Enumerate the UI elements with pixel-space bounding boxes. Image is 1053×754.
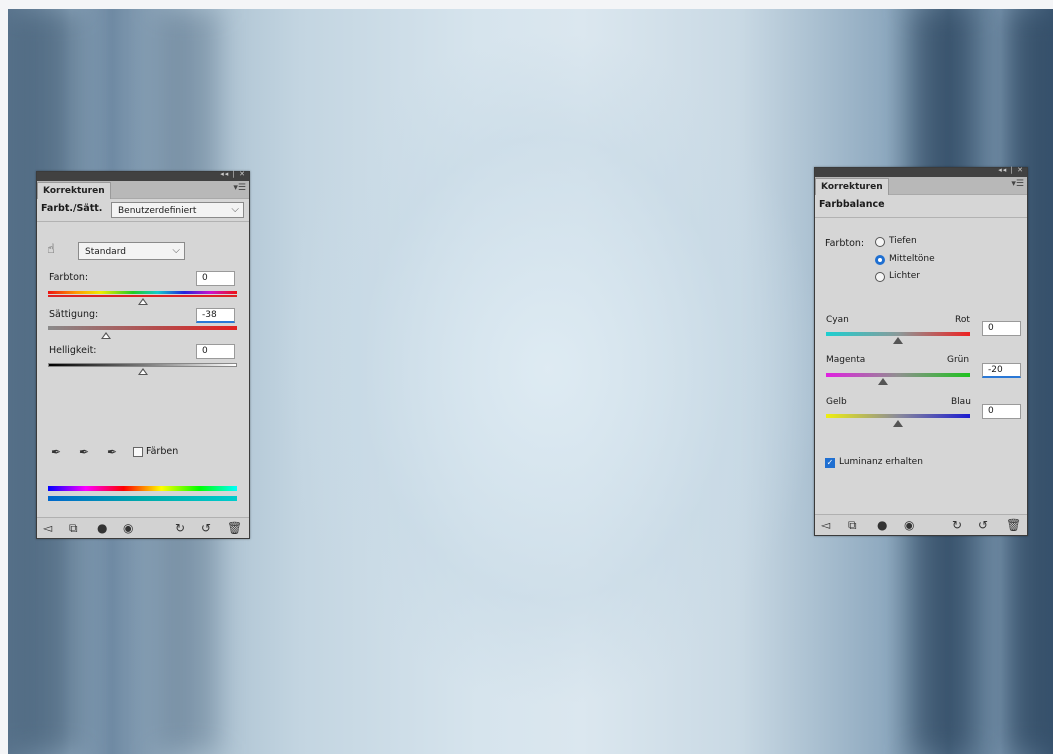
cyan-red-slider-thumb[interactable] [893,337,903,344]
tone-radio-midtones[interactable] [875,255,885,265]
reset-icon[interactable]: ↺ [978,518,988,532]
output-spectrum-bar [48,496,237,501]
chevron-down-icon: ⌵ [231,204,239,215]
previous-state-view-icon[interactable]: ↻ [175,521,185,535]
eyedropper-plus-icon[interactable]: ✒ [79,445,89,459]
previous-state-view-icon[interactable]: ↻ [952,518,962,532]
saturation-input[interactable]: -38 [196,308,235,323]
panel-menu-icon[interactable]: ▾☰ [1011,179,1024,189]
clip-to-layer-icon[interactable]: ◅ [43,521,52,535]
hue-gradient [48,291,237,294]
hue-slider-thumb[interactable] [138,298,148,305]
preserve-luminosity-label: Luminanz erhalten [839,457,923,467]
colorize-label: Färben [146,446,179,457]
panel-title: Farbbalance [819,199,885,210]
hue-saturation-panel: ◂◂ | ✕ Korrekturen ▾☰ Farbt./Sätt. Benut… [36,170,250,539]
panel-titlebar[interactable]: ◂◂ | ✕ [815,166,1027,177]
eyedropper-icon[interactable]: ✒ [51,445,61,459]
lightness-label: Helligkeit: [49,345,97,356]
magenta-green-slider-thumb[interactable] [878,378,888,385]
panel-window-controls[interactable]: ◂◂ | ✕ [220,170,246,178]
tab-korrekturen[interactable]: Korrekturen [37,182,111,199]
panel-tabbar: Korrekturen ▾☰ [37,181,249,199]
cyan-label: Cyan [826,315,849,325]
hue-label: Farbton: [49,272,89,283]
hue-gradient-bottom [48,295,237,297]
targeted-adjustment-hand-icon[interactable]: ☝ [47,242,55,257]
trash-icon[interactable]: 🗑 [1006,518,1021,532]
panel-window-controls[interactable]: ◂◂ | ✕ [998,166,1024,174]
channel-value: Standard [85,247,126,257]
input-spectrum-bar [48,486,237,491]
yellow-blue-input[interactable]: 0 [982,404,1021,419]
panel-footer-toolbar: ◅ ⧉ ● ◉ ↻ ↺ 🗑 [815,514,1027,535]
lightness-input[interactable]: 0 [196,344,235,359]
tone-option-midtones: Mitteltöne [889,254,935,264]
layer-mask-icon[interactable]: ⧉ [69,521,78,536]
reset-icon[interactable]: ↺ [201,521,211,535]
previous-state-icon[interactable]: ● [97,521,107,535]
colorize-checkbox[interactable] [133,447,143,457]
panel-menu-icon[interactable]: ▾☰ [233,183,246,193]
preset-value: Benutzerdefiniert [118,206,197,216]
panel-tabbar: Korrekturen ▾☰ [815,177,1027,195]
red-label: Rot [955,315,970,325]
saturation-label: Sättigung: [49,309,99,320]
lightness-slider-thumb[interactable] [138,368,148,375]
preset-dropdown[interactable]: Benutzerdefiniert ⌵ [111,202,244,218]
preserve-luminosity-checkbox[interactable]: ✓ [825,458,835,468]
hue-input[interactable]: 0 [196,271,235,286]
magenta-label: Magenta [826,355,866,365]
magenta-green-gradient [826,373,970,377]
panel-header: Farbt./Sätt. Benutzerdefiniert ⌵ [37,199,249,222]
trash-icon[interactable]: 🗑 [227,521,242,535]
panel-header: Farbbalance [815,195,1027,218]
panel-titlebar[interactable]: ◂◂ | ✕ [37,170,249,181]
panel-title: Farbt./Sätt. [41,203,103,214]
channel-dropdown[interactable]: Standard ⌵ [78,242,185,260]
saturation-slider-thumb[interactable] [101,332,111,339]
eyedropper-minus-icon[interactable]: ✒ [107,445,117,459]
chevron-down-icon: ⌵ [172,245,180,256]
tone-option-highlights: Lichter [889,271,920,281]
cyan-red-gradient [826,332,970,336]
visibility-eye-icon[interactable]: ◉ [123,521,133,535]
yellow-label: Gelb [826,397,847,407]
panel-footer-toolbar: ◅ ⧉ ● ◉ ↻ ↺ 🗑 [37,517,249,538]
yellow-blue-gradient [826,414,970,418]
blue-label: Blau [951,397,971,407]
green-label: Grün [947,355,970,365]
clip-to-layer-icon[interactable]: ◅ [821,518,830,532]
tone-option-shadows: Tiefen [889,236,917,246]
saturation-gradient [48,326,237,330]
previous-state-icon[interactable]: ● [877,518,887,532]
yellow-blue-slider-thumb[interactable] [893,420,903,427]
visibility-eye-icon[interactable]: ◉ [904,518,914,532]
tone-radio-highlights[interactable] [875,272,885,282]
cyan-red-input[interactable]: 0 [982,321,1021,336]
lightness-gradient [48,363,237,367]
tone-label: Farbton: [825,238,865,249]
layer-mask-icon[interactable]: ⧉ [848,518,857,533]
tab-korrekturen[interactable]: Korrekturen [815,178,889,195]
tone-radio-shadows[interactable] [875,237,885,247]
color-balance-panel: ◂◂ | ✕ Korrekturen ▾☰ Farbbalance Farbto… [814,166,1028,536]
magenta-green-input[interactable]: -20 [982,363,1021,378]
